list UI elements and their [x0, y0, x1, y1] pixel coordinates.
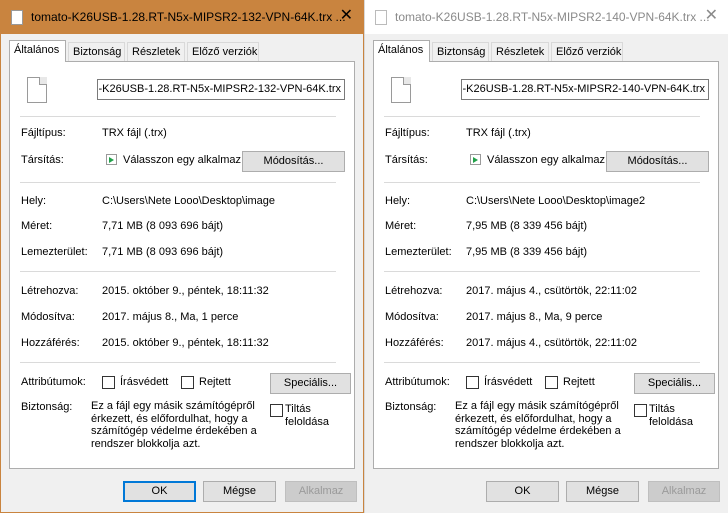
general-panel: tomato-K26USB-1.28.RT-N5x-MIPSR2-140-VPN…	[373, 61, 719, 469]
tab-general[interactable]: Általános	[373, 40, 430, 62]
apply-button[interactable]: Alkalmaz	[648, 481, 720, 502]
window-title: tomato-K26USB-1.28.RT-N5x-MIPSR2-132-VPN…	[31, 10, 346, 24]
modified-label: Módosítva:	[385, 311, 439, 323]
separator	[384, 271, 700, 272]
modified-label: Módosítva:	[21, 311, 75, 323]
file-icon	[11, 10, 23, 25]
location-value: C:\Users\Nete Looo\Desktop\image2	[466, 195, 646, 207]
hidden-label: Rejtett	[199, 376, 231, 388]
disksize-label: Lemezterület:	[21, 246, 88, 258]
disksize-label: Lemezterület:	[385, 246, 452, 258]
association-value: Válasszon egy alkalmaz	[487, 154, 606, 166]
security-text: Ez a fájl egy másik számítógépről érkeze…	[91, 400, 257, 450]
attributes-label: Attribútumok:	[385, 376, 450, 388]
location-value: C:\Users\Nete Looo\Desktop\image	[102, 195, 276, 207]
title-bar[interactable]: tomato-K26USB-1.28.RT-N5x-MIPSR2-132-VPN…	[1, 0, 363, 34]
size-value: 7,95 MB (8 339 456 bájt)	[466, 220, 588, 232]
separator	[384, 182, 700, 183]
separator	[384, 116, 700, 117]
tab-previous-versions[interactable]: Előző verziók	[187, 42, 259, 61]
tab-details[interactable]: Részletek	[127, 42, 185, 61]
filetype-value: TRX fájl (.trx)	[102, 127, 167, 139]
hidden-label: Rejtett	[563, 376, 595, 388]
unblock-label: Tiltás feloldása	[649, 403, 694, 428]
modified-value: 2017. május 8., Ma, 1 perce	[102, 311, 239, 323]
accessed-label: Hozzáférés:	[21, 337, 80, 349]
created-value: 2017. május 4., csütörtök, 22:11:02	[466, 285, 638, 297]
filetype-label: Fájltípus:	[385, 127, 430, 139]
tab-security[interactable]: Biztonság	[68, 42, 125, 61]
location-label: Hely:	[385, 195, 411, 207]
size-label: Méret:	[385, 220, 417, 232]
unblock-label: Tiltás feloldása	[285, 403, 330, 428]
tab-previous-versions[interactable]: Előző verziók	[551, 42, 623, 61]
readonly-label: Írásvédett	[120, 376, 169, 388]
close-icon[interactable]: ✕	[340, 7, 353, 25]
cancel-button[interactable]: Mégse	[203, 481, 276, 502]
association-value: Válasszon egy alkalmaz	[123, 154, 242, 166]
security-text: Ez a fájl egy másik számítógépről érkeze…	[455, 400, 621, 450]
filename-input[interactable]: tomato-K26USB-1.28.RT-N5x-MIPSR2-140-VPN…	[461, 79, 709, 100]
attributes-label: Attribútumok:	[21, 376, 86, 388]
advanced-button[interactable]: Speciális...	[634, 373, 715, 394]
window-title: tomato-K26USB-1.28.RT-N5x-MIPSR2-140-VPN…	[395, 10, 710, 24]
general-panel: tomato-K26USB-1.28.RT-N5x-MIPSR2-132-VPN…	[9, 61, 355, 469]
ok-button[interactable]: OK	[486, 481, 559, 502]
apply-button[interactable]: Alkalmaz	[285, 481, 357, 502]
created-value: 2015. október 9., péntek, 18:11:32	[102, 285, 269, 297]
accessed-value: 2015. október 9., péntek, 18:11:32	[102, 337, 269, 349]
separator	[20, 182, 336, 183]
accessed-label: Hozzáférés:	[385, 337, 444, 349]
app-chooser-icon	[470, 154, 481, 165]
tab-details[interactable]: Részletek	[491, 42, 549, 61]
created-label: Létrehozva:	[21, 285, 79, 297]
change-button[interactable]: Módosítás...	[606, 151, 709, 172]
tab-security[interactable]: Biztonság	[432, 42, 489, 61]
title-bar[interactable]: tomato-K26USB-1.28.RT-N5x-MIPSR2-140-VPN…	[365, 0, 728, 34]
filetype-value: TRX fájl (.trx)	[466, 127, 531, 139]
size-value: 7,71 MB (8 093 696 bájt)	[102, 220, 224, 232]
separator	[384, 362, 700, 363]
accessed-value: 2017. május 4., csütörtök, 22:11:02	[466, 337, 638, 349]
separator	[20, 271, 336, 272]
readonly-checkbox[interactable]	[466, 376, 479, 389]
ok-button[interactable]: OK	[123, 481, 196, 502]
modified-value: 2017. május 8., Ma, 9 perce	[466, 311, 603, 323]
hidden-checkbox[interactable]	[181, 376, 194, 389]
properties-window-2: tomato-K26USB-1.28.RT-N5x-MIPSR2-140-VPN…	[364, 0, 728, 513]
hidden-checkbox[interactable]	[545, 376, 558, 389]
filetype-label: Fájltípus:	[21, 127, 66, 139]
app-chooser-icon	[106, 154, 117, 165]
association-label: Társítás:	[21, 154, 64, 166]
readonly-checkbox[interactable]	[102, 376, 115, 389]
filename-input[interactable]: tomato-K26USB-1.28.RT-N5x-MIPSR2-132-VPN…	[97, 79, 345, 100]
unblock-checkbox[interactable]	[270, 404, 283, 417]
disksize-value: 7,71 MB (8 093 696 bájt)	[102, 246, 224, 258]
advanced-button[interactable]: Speciális...	[270, 373, 351, 394]
disksize-value: 7,95 MB (8 339 456 bájt)	[466, 246, 588, 258]
unblock-checkbox[interactable]	[634, 404, 647, 417]
separator	[20, 362, 336, 363]
readonly-label: Írásvédett	[484, 376, 533, 388]
association-label: Társítás:	[385, 154, 428, 166]
separator	[20, 116, 336, 117]
properties-window-1: tomato-K26USB-1.28.RT-N5x-MIPSR2-132-VPN…	[0, 0, 364, 513]
size-label: Méret:	[21, 220, 53, 232]
tab-general[interactable]: Általános	[9, 40, 66, 62]
security-label: Biztonság:	[21, 401, 73, 413]
file-icon	[375, 10, 387, 25]
created-label: Létrehozva:	[385, 285, 443, 297]
location-label: Hely:	[21, 195, 47, 207]
security-label: Biztonság:	[385, 401, 437, 413]
close-icon[interactable]: ✕	[705, 7, 718, 25]
cancel-button[interactable]: Mégse	[566, 481, 639, 502]
file-icon	[391, 77, 411, 103]
file-icon	[27, 77, 47, 103]
change-button[interactable]: Módosítás...	[242, 151, 345, 172]
